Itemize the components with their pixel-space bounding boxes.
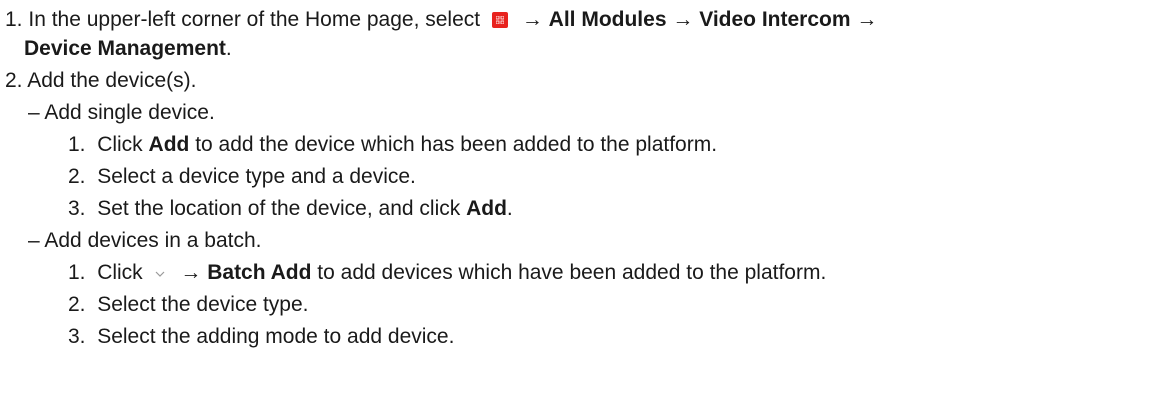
- step-1-line-2: Device Management.: [24, 35, 232, 63]
- add-label: Add: [466, 197, 507, 220]
- single-step-2: 2. Select a device type and a device.: [68, 163, 416, 191]
- bullet-dash: –: [28, 229, 40, 252]
- batch-heading: – Add devices in a batch.: [28, 227, 262, 255]
- step-text: Click: [97, 261, 143, 284]
- step-text: In the upper-left corner of the Home pag…: [28, 8, 481, 31]
- batch-step-2: 2. Select the device type.: [68, 291, 308, 319]
- menu-path-all-modules: All Modules: [548, 8, 667, 31]
- arrow: →: [180, 261, 202, 284]
- single-device-label: Add single device.: [44, 101, 215, 124]
- step-text: Click: [97, 133, 143, 156]
- chevron-down-icon: [155, 260, 165, 288]
- step-number: 2.: [68, 165, 86, 188]
- step-number: 1.: [68, 261, 86, 284]
- step-number: 2.: [5, 69, 23, 92]
- batch-step-3: 3. Select the adding mode to add device.: [68, 323, 454, 351]
- step-end: .: [506, 197, 513, 220]
- step-number: 3.: [68, 197, 86, 220]
- step-number: 2.: [68, 293, 86, 316]
- step-2: 2. Add the device(s).: [5, 67, 196, 95]
- menu-path-video-intercom: Video Intercom: [699, 8, 851, 31]
- step-text: Add the device(s).: [27, 69, 197, 92]
- bullet-dash: –: [28, 101, 40, 124]
- step-text: Set the location of the device, and clic…: [97, 197, 461, 220]
- menu-path-device-management: Device Management: [24, 37, 226, 60]
- step-1-line-1: 1. In the upper-left corner of the Home …: [5, 6, 877, 34]
- step-number: 1.: [5, 8, 23, 31]
- arrow: →: [521, 8, 543, 31]
- batch-step-1: 1. Click → Batch Add to add devices whic…: [68, 259, 826, 288]
- apps-grid-icon: [491, 12, 508, 28]
- step-text: Select the device type.: [97, 293, 309, 316]
- batch-add-label: Batch Add: [207, 261, 312, 284]
- single-step-3: 3. Set the location of the device, and c…: [68, 195, 513, 223]
- document: 1. In the upper-left corner of the Home …: [0, 0, 1152, 402]
- arrow: →: [856, 8, 878, 31]
- step-end: .: [225, 37, 232, 60]
- step-number: 3.: [68, 325, 86, 348]
- step-text: to add the device which has been added t…: [195, 133, 718, 156]
- single-step-1: 1. Click Add to add the device which has…: [68, 131, 717, 159]
- step-text: Select the adding mode to add device.: [97, 325, 455, 348]
- arrow: →: [672, 8, 694, 31]
- step-text: to add devices which have been added to …: [317, 261, 827, 284]
- single-device-heading: – Add single device.: [28, 99, 215, 127]
- batch-label: Add devices in a batch.: [44, 229, 262, 252]
- add-label: Add: [148, 133, 190, 156]
- step-text: Select a device type and a device.: [97, 165, 416, 188]
- step-number: 1.: [68, 133, 86, 156]
